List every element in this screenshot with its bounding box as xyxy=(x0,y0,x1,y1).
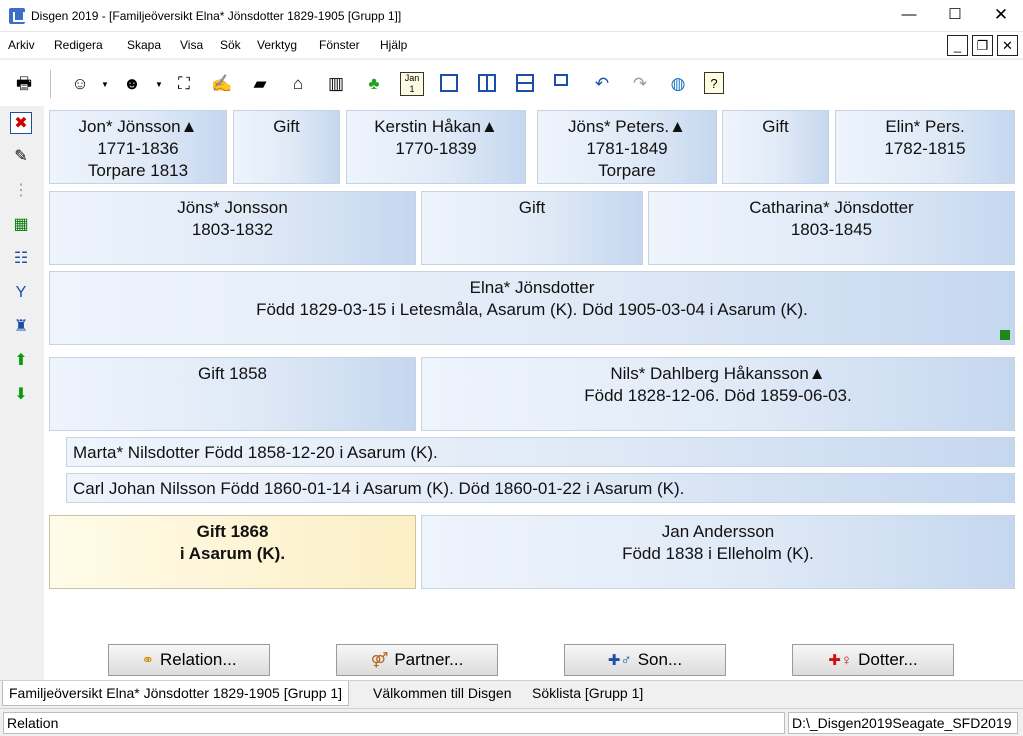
menu-verktyg[interactable]: Verktyg xyxy=(257,38,297,52)
delete-icon[interactable]: ✖ xyxy=(10,112,32,134)
dropdown-arrow-icon[interactable]: ▼ xyxy=(101,80,109,89)
cascade-icon[interactable] xyxy=(554,74,568,86)
father-card[interactable]: Jöns* Jonsson 1803-1832 xyxy=(49,191,416,265)
home-icon[interactable]: ⌂ xyxy=(286,72,310,96)
tab-search-list[interactable]: Söklista [Grupp 1] xyxy=(526,681,649,706)
print-icon[interactable]: 🖶 xyxy=(12,72,36,96)
grandmother-paternal-card[interactable]: Kerstin Håkan▲ 1770-1839 xyxy=(346,110,526,184)
spouse-1-card[interactable]: Nils* Dahlberg Håkansson▲ Född 1828-12-0… xyxy=(421,357,1015,431)
add-daughter-icon: ✚♀ xyxy=(828,652,853,669)
left-sidebar: ✖ ✎ ⋮ ▦ ☷ Y ♜ ⬆ ⬇ xyxy=(0,106,44,676)
window-icon[interactable] xyxy=(440,74,458,92)
tab-bar: Familjeöversikt Elna* Jönsdotter 1829-19… xyxy=(0,680,1023,706)
handshake-icon[interactable]: ✍ xyxy=(210,72,234,96)
spouse-2-card[interactable]: Jan Andersson Född 1838 i Elleholm (K). xyxy=(421,515,1015,589)
tab-family-overview[interactable]: Familjeöversikt Elna* Jönsdotter 1829-19… xyxy=(2,681,350,706)
person-icon[interactable]: ☺ xyxy=(68,72,92,96)
menu-hjalp[interactable]: Hjälp xyxy=(380,38,407,52)
grandmother-maternal-card[interactable]: Elin* Pers. 1782-1815 xyxy=(835,110,1015,184)
family-overview-panel: Jon* Jönsson▲ 1771-1836 Torpare 1813 Gif… xyxy=(44,106,1023,680)
menu-arkiv[interactable]: Arkiv xyxy=(8,38,35,52)
main-person-card[interactable]: Elna* Jönsdotter Född 1829-03-15 i Letes… xyxy=(49,271,1015,345)
columns-icon[interactable] xyxy=(478,74,496,92)
undo-icon[interactable]: ↶ xyxy=(590,72,614,96)
status-path: D:\_Disgen2019Seagate_SFD2019 xyxy=(788,712,1018,734)
relation-button[interactable]: ⚭ Relation... xyxy=(108,644,270,676)
rings-icon: ⚭ xyxy=(141,652,155,669)
menu-skapa[interactable]: Skapa xyxy=(127,38,161,52)
toolbar: 🖶 ☺ ▼ ☻ ▼ ⛶ ✍ ▰ ⌂ ▥ ♣ Jan 1 ↶ ↷ ◍ ? xyxy=(0,60,1023,106)
marriage-card[interactable]: Gift xyxy=(722,110,829,184)
map-icon[interactable]: ♣ xyxy=(362,72,386,96)
couple-icon: ⚤ xyxy=(370,652,389,669)
mother-card[interactable]: Catharina* Jönsdotter 1803-1845 xyxy=(648,191,1015,265)
mdi-close-button[interactable]: ✕ xyxy=(997,35,1018,56)
son-button[interactable]: ✚♂ Son... xyxy=(564,644,726,676)
grandfather-maternal-card[interactable]: Jöns* Peters.▲ 1781-1849 Torpare xyxy=(537,110,717,184)
dotter-button[interactable]: ✚♀ Dotter... xyxy=(792,644,954,676)
close-button[interactable]: ✕ xyxy=(978,0,1023,32)
books-icon[interactable]: ▥ xyxy=(324,72,348,96)
mdi-minimize-button[interactable]: _ xyxy=(947,35,968,56)
menu-bar: Arkiv Redigera Skapa Visa Sök Verktyg Fö… xyxy=(0,32,1023,58)
columns-icon[interactable]: ☷ xyxy=(10,248,32,270)
status-marker xyxy=(1000,330,1010,340)
grandfather-paternal-card[interactable]: Jon* Jönsson▲ 1771-1836 Torpare 1813 xyxy=(49,110,227,184)
up-icon[interactable]: ⬆ xyxy=(10,350,32,372)
find-icon[interactable]: ▦ xyxy=(10,214,32,236)
dropdown-arrow-icon[interactable]: ▼ xyxy=(155,80,163,89)
mdi-restore-button[interactable]: ❐ xyxy=(972,35,993,56)
marriage-1-card[interactable]: Gift 1858 xyxy=(49,357,416,431)
minimize-button[interactable]: — xyxy=(886,0,932,32)
tree-icon[interactable]: ⋮ xyxy=(10,180,32,202)
globe-icon[interactable]: ◍ xyxy=(666,72,690,96)
marriage-2-card[interactable]: Gift 1868 i Asarum (K). xyxy=(49,515,416,589)
binoculars-icon[interactable]: ⛶ xyxy=(172,72,196,96)
menu-visa[interactable]: Visa xyxy=(180,38,203,52)
add-son-icon: ✚♂ xyxy=(607,652,632,669)
menu-sok[interactable]: Sök xyxy=(220,38,241,52)
title-bar: Disgen 2019 - [Familjeöversikt Elna* Jön… xyxy=(0,0,1023,32)
ancestors-icon[interactable]: Y xyxy=(10,282,32,304)
status-bar: Relation D:\_Disgen2019Seagate_SFD2019 xyxy=(0,708,1023,736)
edit-icon[interactable]: ✎ xyxy=(10,146,32,168)
descendants-icon[interactable]: ♜ xyxy=(10,316,32,338)
parents-marriage-card[interactable]: Gift xyxy=(421,191,643,265)
maximize-button[interactable]: ☐ xyxy=(932,0,978,32)
partner-button[interactable]: ⚤ Partner... xyxy=(336,644,498,676)
status-text: Relation xyxy=(3,712,785,734)
window-title: Disgen 2019 - [Familjeöversikt Elna* Jön… xyxy=(31,9,402,23)
marriage-card[interactable]: Gift xyxy=(233,110,340,184)
book-icon[interactable]: ▰ xyxy=(248,72,272,96)
redo-icon[interactable]: ↷ xyxy=(628,72,652,96)
tab-welcome[interactable]: Välkommen till Disgen xyxy=(367,681,518,706)
help-icon[interactable]: ? xyxy=(704,72,724,94)
child-row[interactable]: Marta* Nilsdotter Född 1858-12-20 i Asar… xyxy=(66,437,1015,467)
toolbar-separator xyxy=(50,70,51,98)
calendar-icon[interactable]: Jan 1 xyxy=(400,72,424,96)
menu-redigera[interactable]: Redigera xyxy=(54,38,103,52)
down-icon[interactable]: ⬇ xyxy=(10,384,32,406)
child-row[interactable]: Carl Johan Nilsson Född 1860-01-14 i Asa… xyxy=(66,473,1015,503)
rows-icon[interactable] xyxy=(516,74,534,92)
menu-fonster[interactable]: Fönster xyxy=(319,38,360,52)
app-icon xyxy=(9,8,25,24)
person-search-icon[interactable]: ☻ xyxy=(120,72,144,96)
